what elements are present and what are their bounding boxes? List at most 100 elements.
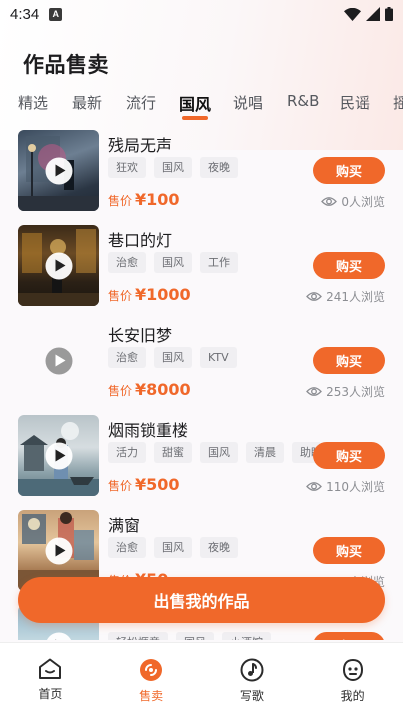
signal-icon [366, 7, 380, 21]
tag-chip: 夜晚 [200, 537, 238, 558]
cover-image[interactable] [18, 130, 99, 211]
category-tabs: 精选 最新 流行 国风 说唱 R&B 民谣 摇 [0, 86, 403, 122]
profile-face-icon [342, 658, 363, 682]
price-label: 售价 [108, 384, 133, 398]
buy-button[interactable]: 购买 [313, 347, 385, 374]
tab-rnb[interactable]: R&B [287, 92, 319, 110]
tag-list: 狂欢 国风 夜晚 [108, 157, 320, 178]
status-bar: 4:34 A [0, 0, 403, 28]
tag-chip: 工作 [200, 252, 238, 273]
price: 售价 ¥100 [108, 190, 180, 209]
tag-list: 活力 甜蜜 国风 清晨 助眠 [108, 442, 320, 463]
notification-icon: A [49, 7, 63, 21]
price-label: 售价 [108, 289, 133, 303]
tab-minyao[interactable]: 民谣 [340, 92, 370, 113]
wifi-icon [344, 7, 361, 21]
price-label: 售价 [108, 479, 133, 493]
buy-button[interactable]: 购买 [313, 252, 385, 279]
item-title: 巷口的灯 [108, 231, 173, 250]
active-tab-indicator [182, 116, 208, 120]
tag-chip: 甜蜜 [154, 442, 192, 463]
tag-chip: 治愈 [108, 252, 146, 273]
nav-label: 我的 [340, 689, 365, 703]
list-item[interactable]: 残局无声 狂欢 国风 夜晚 售价 ¥100 购买 0人浏览 [0, 128, 403, 223]
tab-liuxing[interactable]: 流行 [126, 92, 156, 113]
cover-image[interactable] [18, 415, 99, 496]
tag-list: 轻松惬意 国风 小酒馆 [108, 632, 320, 640]
item-title: 残局无声 [108, 136, 173, 155]
tab-jingxuan[interactable]: 精选 [18, 92, 48, 113]
tag-chip: 国风 [154, 252, 192, 273]
view-count: 110人浏览 [306, 478, 385, 495]
bottom-navigation: 首页 售卖 写歌 我的 [0, 642, 403, 718]
view-count-text: 241人浏览 [326, 290, 385, 304]
price: 售价 ¥1000 [108, 285, 191, 304]
tag-chip: 国风 [176, 632, 214, 640]
price-value: ¥8000 [135, 380, 191, 399]
view-count-text: 253人浏览 [326, 385, 385, 399]
cover-image[interactable] [18, 225, 99, 306]
page-title: 作品售卖 [23, 53, 109, 77]
nav-item-home[interactable]: 首页 [0, 643, 101, 718]
price-value: ¥500 [135, 475, 180, 494]
cover-image[interactable] [18, 320, 99, 401]
view-count-text: 0人浏览 [341, 195, 385, 209]
tag-list: 治愈 国风 夜晚 [108, 537, 320, 558]
buy-button[interactable]: 购买 [313, 442, 385, 469]
vinyl-record-icon [140, 659, 163, 681]
tag-chip: 国风 [154, 157, 192, 178]
music-note-icon [240, 658, 264, 682]
price: 售价 ¥500 [108, 475, 180, 494]
tag-chip: 清晨 [246, 442, 284, 463]
buy-button[interactable]: 购买 [313, 537, 385, 564]
play-icon[interactable] [45, 442, 72, 469]
play-icon[interactable] [45, 537, 72, 564]
list-item[interactable]: 巷口的灯 治愈 国风 工作 售价 ¥1000 购买 241人浏览 [0, 223, 403, 318]
tag-list: 治愈 国风 KTV [108, 347, 320, 368]
tag-chip: 国风 [154, 347, 192, 368]
tag-chip: 治愈 [108, 347, 146, 368]
eye-icon [306, 482, 322, 491]
price: 售价 ¥8000 [108, 380, 191, 399]
tag-chip: 治愈 [108, 537, 146, 558]
tag-chip: 狂欢 [108, 157, 146, 178]
tag-chip: 国风 [154, 537, 192, 558]
eye-icon [306, 292, 322, 301]
play-icon[interactable] [45, 347, 72, 374]
nav-item-sell[interactable]: 售卖 [101, 643, 202, 718]
list-item[interactable]: 烟雨锁重楼 活力 甜蜜 国风 清晨 助眠 售价 ¥500 购买 110人浏览 [0, 413, 403, 508]
price-value: ¥1000 [135, 285, 191, 304]
price-value: ¥100 [135, 190, 180, 209]
nav-item-profile[interactable]: 我的 [302, 643, 403, 718]
tag-list: 治愈 国风 工作 [108, 252, 320, 273]
nav-label: 首页 [38, 687, 63, 701]
play-icon[interactable] [45, 252, 72, 279]
item-title: 长安旧梦 [108, 326, 173, 345]
item-title: 满窗 [108, 516, 141, 535]
buy-button[interactable]: 购买 [313, 157, 385, 184]
nav-item-write-song[interactable]: 写歌 [202, 643, 303, 718]
tab-guofeng[interactable]: 国风 [179, 91, 211, 115]
nav-label: 写歌 [239, 689, 264, 703]
play-icon[interactable] [45, 632, 72, 640]
status-time: 4:34 [10, 5, 40, 23]
product-list: 残局无声 狂欢 国风 夜晚 售价 ¥100 购买 0人浏览 巷口的灯 治愈 国风… [0, 128, 403, 640]
sell-my-work-button[interactable]: 出售我的作品 [18, 577, 385, 623]
buy-button[interactable]: 购买 [313, 632, 385, 640]
price-label: 售价 [108, 194, 133, 208]
tab-shuochang[interactable]: 说唱 [233, 92, 263, 113]
view-count: 253人浏览 [306, 383, 385, 400]
play-icon[interactable] [45, 157, 72, 184]
home-icon [39, 658, 62, 679]
list-item[interactable]: 长安旧梦 治愈 国风 KTV 售价 ¥8000 购买 253人浏览 [0, 318, 403, 413]
view-count: 0人浏览 [321, 193, 385, 210]
tag-chip: KTV [200, 347, 237, 368]
battery-icon [385, 7, 393, 21]
tab-yaogun[interactable]: 摇 [393, 92, 403, 113]
tab-zuixin[interactable]: 最新 [72, 92, 102, 113]
tag-chip: 轻松惬意 [108, 632, 168, 640]
tag-chip: 夜晚 [200, 157, 238, 178]
eye-icon [306, 387, 322, 396]
nav-label: 售卖 [139, 689, 164, 703]
view-count: 241人浏览 [306, 288, 385, 305]
